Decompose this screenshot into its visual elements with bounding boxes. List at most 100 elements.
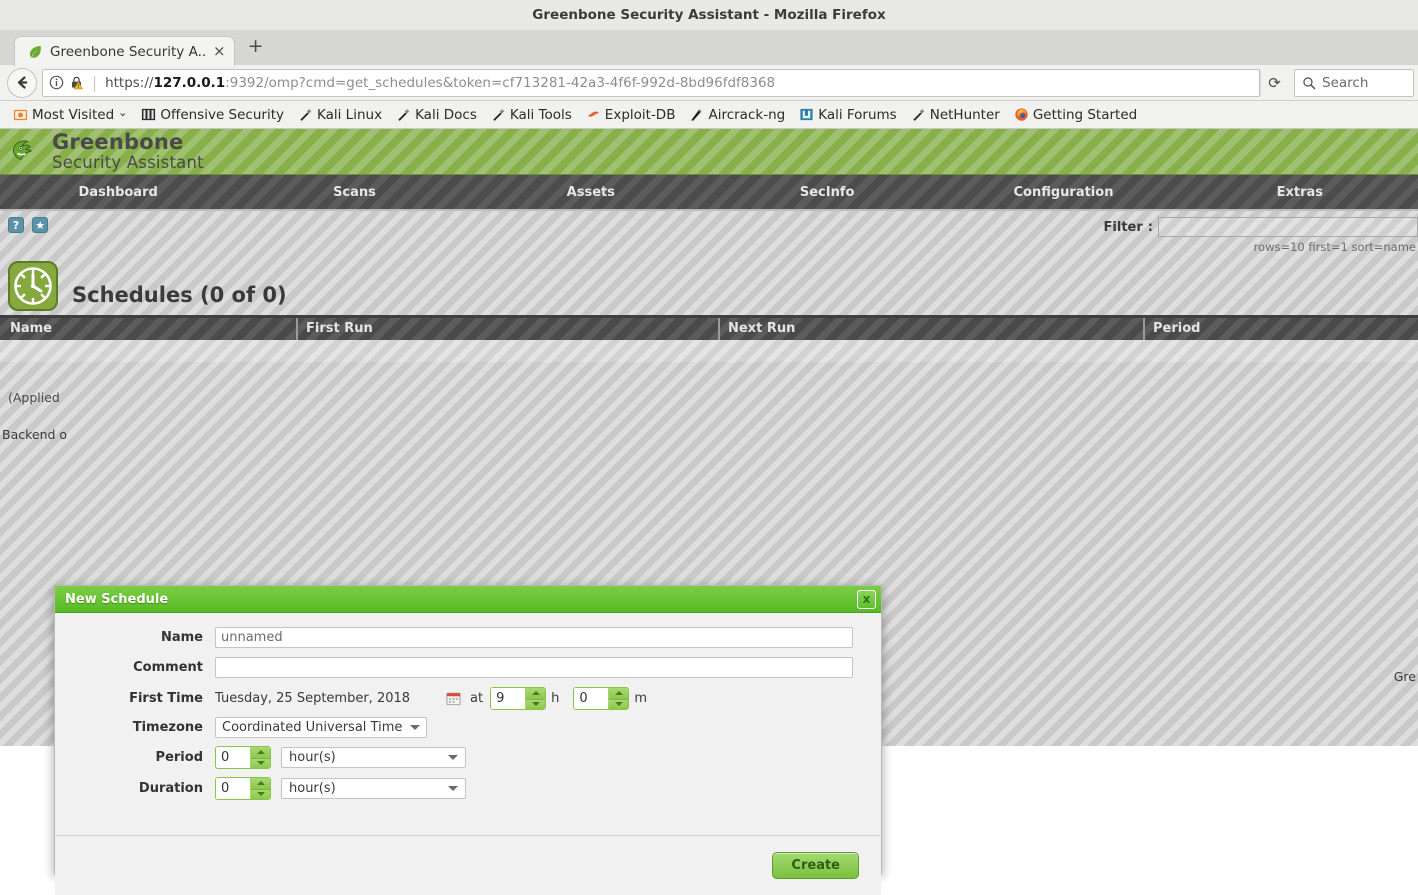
minute-increment-button[interactable] xyxy=(609,688,629,699)
bookmark-kali-linux[interactable]: Kali Linux xyxy=(291,107,389,123)
filter-area: Filter: rows=10 first=1 sort=name xyxy=(1104,217,1418,254)
duration-input[interactable] xyxy=(216,778,250,799)
bookmark-exploit-db[interactable]: Exploit-DB xyxy=(579,107,683,123)
at-label: at xyxy=(470,691,484,706)
tab-strip: Greenbone Security A... × + xyxy=(0,31,1418,66)
search-bar[interactable]: Search xyxy=(1294,68,1414,97)
nav-item-scans[interactable]: Scans xyxy=(236,185,472,200)
timezone-label: Timezone xyxy=(132,720,203,735)
dialog-title: New Schedule xyxy=(65,591,169,607)
back-button[interactable] xyxy=(7,67,37,98)
duration-label: Duration xyxy=(138,781,203,796)
period-input[interactable] xyxy=(216,747,250,768)
content-toolbar: ? ★ Filter: rows=10 first=1 sort=name xyxy=(0,211,1418,254)
comment-label: Comment xyxy=(133,660,203,675)
gsa-logo-text: Greenbone Security Assistant xyxy=(52,130,204,172)
offensive-security-icon xyxy=(142,108,156,121)
search-icon xyxy=(1303,76,1316,89)
create-button[interactable]: Create xyxy=(772,852,859,879)
column-header-name[interactable]: Name xyxy=(0,318,296,340)
bookmark-kali-forums[interactable]: Kali Forums xyxy=(792,107,904,123)
minute-input[interactable] xyxy=(574,688,609,709)
nav-item-dashboard[interactable]: Dashboard xyxy=(0,185,236,200)
first-time-date[interactable]: Tuesday, 25 September, 2018 xyxy=(215,691,410,706)
bookmark-offensive-security[interactable]: Offensive Security xyxy=(134,107,291,123)
bookmark-kali-docs[interactable]: Kali Docs xyxy=(389,107,484,123)
duration-unit-select[interactable]: hour(s) xyxy=(281,778,466,799)
table-row xyxy=(0,340,1418,362)
kali-tool-icon xyxy=(300,109,312,121)
bookmarks-bar: Most Visited ⌄ Offensive Security Kali L… xyxy=(0,101,1418,129)
gsa-main-nav: Dashboard Scans Assets SecInfo Configura… xyxy=(0,175,1418,211)
schedules-table-header: Name First Run Next Run Period xyxy=(0,318,1418,340)
bookmark-aircrack-ng[interactable]: Aircrack-ng xyxy=(682,107,792,123)
column-header-next-run[interactable]: Next Run xyxy=(718,318,1143,340)
column-header-period[interactable]: Period xyxy=(1143,318,1418,340)
nav-item-secinfo[interactable]: SecInfo xyxy=(709,185,945,200)
reload-button[interactable]: ⟳ xyxy=(1260,69,1288,96)
dialog-title-bar[interactable]: New Schedule x xyxy=(55,586,881,613)
info-icon[interactable] xyxy=(49,75,64,90)
hour-input[interactable] xyxy=(491,688,526,709)
field-row-period: Period hour(s) xyxy=(55,746,881,769)
browser-tab[interactable]: Greenbone Security A... × xyxy=(14,36,235,66)
duration-increment-button[interactable] xyxy=(251,778,270,789)
calendar-icon[interactable] xyxy=(446,691,461,706)
bookmark-getting-started[interactable]: Getting Started xyxy=(1007,107,1144,123)
nav-item-assets[interactable]: Assets xyxy=(473,185,709,200)
nav-item-configuration[interactable]: Configuration xyxy=(945,185,1181,200)
field-row-first-time: First Time Tuesday, 25 September, 2018 a… xyxy=(55,687,881,710)
period-increment-button[interactable] xyxy=(251,747,270,758)
close-icon[interactable]: x xyxy=(857,589,876,609)
search-placeholder: Search xyxy=(1322,74,1369,91)
minute-decrement-button[interactable] xyxy=(609,698,629,709)
minute-stepper[interactable] xyxy=(573,687,630,710)
field-row-duration: Duration hour(s) xyxy=(55,777,881,800)
insecure-lock-warning-icon[interactable] xyxy=(69,75,84,90)
logo-line-2: Security Assistant xyxy=(52,152,204,172)
applied-filter-note: (Applied xyxy=(8,390,60,405)
duration-decrement-button[interactable] xyxy=(251,788,270,799)
chevron-down-icon xyxy=(256,792,265,797)
bookmark-label: Kali Forums xyxy=(818,106,897,123)
url-path: :9392/omp?cmd=get_schedules&token=cf7132… xyxy=(225,74,776,91)
column-header-first-run[interactable]: First Run xyxy=(296,318,718,340)
new-tab-button[interactable]: + xyxy=(235,37,275,59)
chevron-down-icon xyxy=(448,755,458,760)
bookmark-kali-tools[interactable]: Kali Tools xyxy=(484,107,579,123)
filter-input[interactable] xyxy=(1158,217,1418,237)
field-row-timezone: Timezone Coordinated Universal Time xyxy=(55,717,881,738)
hour-increment-button[interactable] xyxy=(526,688,546,699)
help-icon[interactable]: ? xyxy=(8,217,24,233)
timezone-select[interactable]: Coordinated Universal Time xyxy=(215,717,428,738)
greenbone-dragon-logo-icon xyxy=(12,139,32,160)
hour-unit-label: h xyxy=(551,691,560,706)
hour-stepper[interactable] xyxy=(490,687,547,710)
bookmark-most-visited[interactable]: Most Visited ⌄ xyxy=(6,106,134,123)
bookmark-label: Kali Linux xyxy=(317,106,383,123)
chevron-down-icon xyxy=(614,702,623,707)
bookmark-nethunter[interactable]: NetHunter xyxy=(904,107,1007,123)
star-icon[interactable]: ★ xyxy=(32,217,49,233)
dialog-form: Name Comment First Time Tuesday, 25 Sept… xyxy=(55,613,881,835)
tab-close-icon[interactable]: × xyxy=(213,44,226,59)
bookmark-label: Most Visited xyxy=(32,106,115,123)
url-bar[interactable]: | https://127.0.0.1:9392/omp?cmd=get_sch… xyxy=(42,68,1260,97)
url-scheme: https:// xyxy=(105,74,154,91)
period-decrement-button[interactable] xyxy=(251,757,270,768)
table-row xyxy=(0,362,1418,384)
schedule-clock-icon xyxy=(8,261,58,311)
logo-line-1: Greenbone xyxy=(52,130,184,154)
duration-stepper[interactable] xyxy=(215,777,271,800)
period-stepper[interactable] xyxy=(215,746,271,769)
nav-item-extras[interactable]: Extras xyxy=(1182,185,1418,200)
chevron-down-icon xyxy=(256,761,265,766)
duration-unit-value: hour(s) xyxy=(289,781,336,796)
chevron-down-icon[interactable]: ⌄ xyxy=(118,106,127,119)
comment-input[interactable] xyxy=(215,657,853,678)
site-identity[interactable] xyxy=(49,75,84,90)
hour-decrement-button[interactable] xyxy=(526,698,546,709)
period-unit-select[interactable]: hour(s) xyxy=(281,747,466,768)
name-input[interactable] xyxy=(215,627,853,648)
greenbone-leaf-icon xyxy=(29,45,41,58)
